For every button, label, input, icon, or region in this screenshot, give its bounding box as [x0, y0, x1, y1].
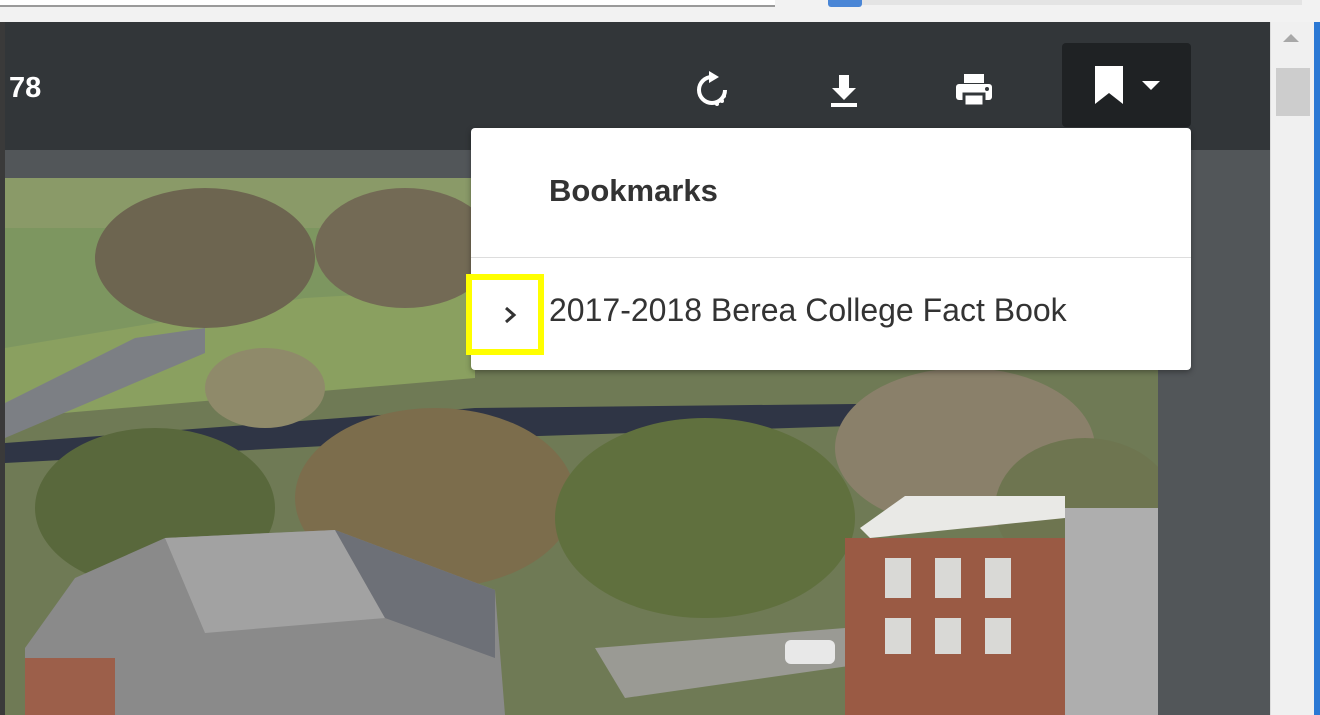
download-button[interactable] — [817, 67, 871, 113]
print-icon — [956, 74, 992, 108]
window-right-edge — [1314, 22, 1320, 715]
caret-down-icon — [1141, 81, 1160, 90]
bookmarks-menu-button[interactable] — [1062, 43, 1191, 127]
bookmark-item[interactable]: 2017-2018 Berea College Fact Book — [471, 262, 1191, 358]
browser-top-strip — [0, 0, 1320, 22]
browser-tab-indicator — [828, 0, 862, 7]
address-bar-edge — [0, 0, 775, 7]
bookmark-label: 2017-2018 Berea College Fact Book — [549, 292, 1067, 328]
bookmark-icon — [1094, 66, 1123, 104]
chevron-right-icon — [505, 306, 517, 324]
bookmarks-heading: Bookmarks — [549, 173, 718, 208]
print-button[interactable] — [947, 67, 1001, 113]
scroll-up-arrow-icon[interactable] — [1283, 34, 1299, 42]
page-number: 78 — [9, 72, 42, 104]
rotate-button[interactable] — [685, 67, 739, 113]
bookmarks-panel: Bookmarks 2017-2018 Berea College Fact B… — [471, 128, 1191, 370]
vertical-scrollbar[interactable] — [1270, 22, 1320, 715]
rotate-icon — [697, 71, 727, 106]
bookmark-expand-button[interactable] — [495, 300, 525, 330]
browser-strip-right — [862, 0, 1302, 5]
download-icon — [831, 75, 857, 107]
scrollbar-thumb[interactable] — [1276, 68, 1310, 116]
divider — [471, 257, 1191, 258]
